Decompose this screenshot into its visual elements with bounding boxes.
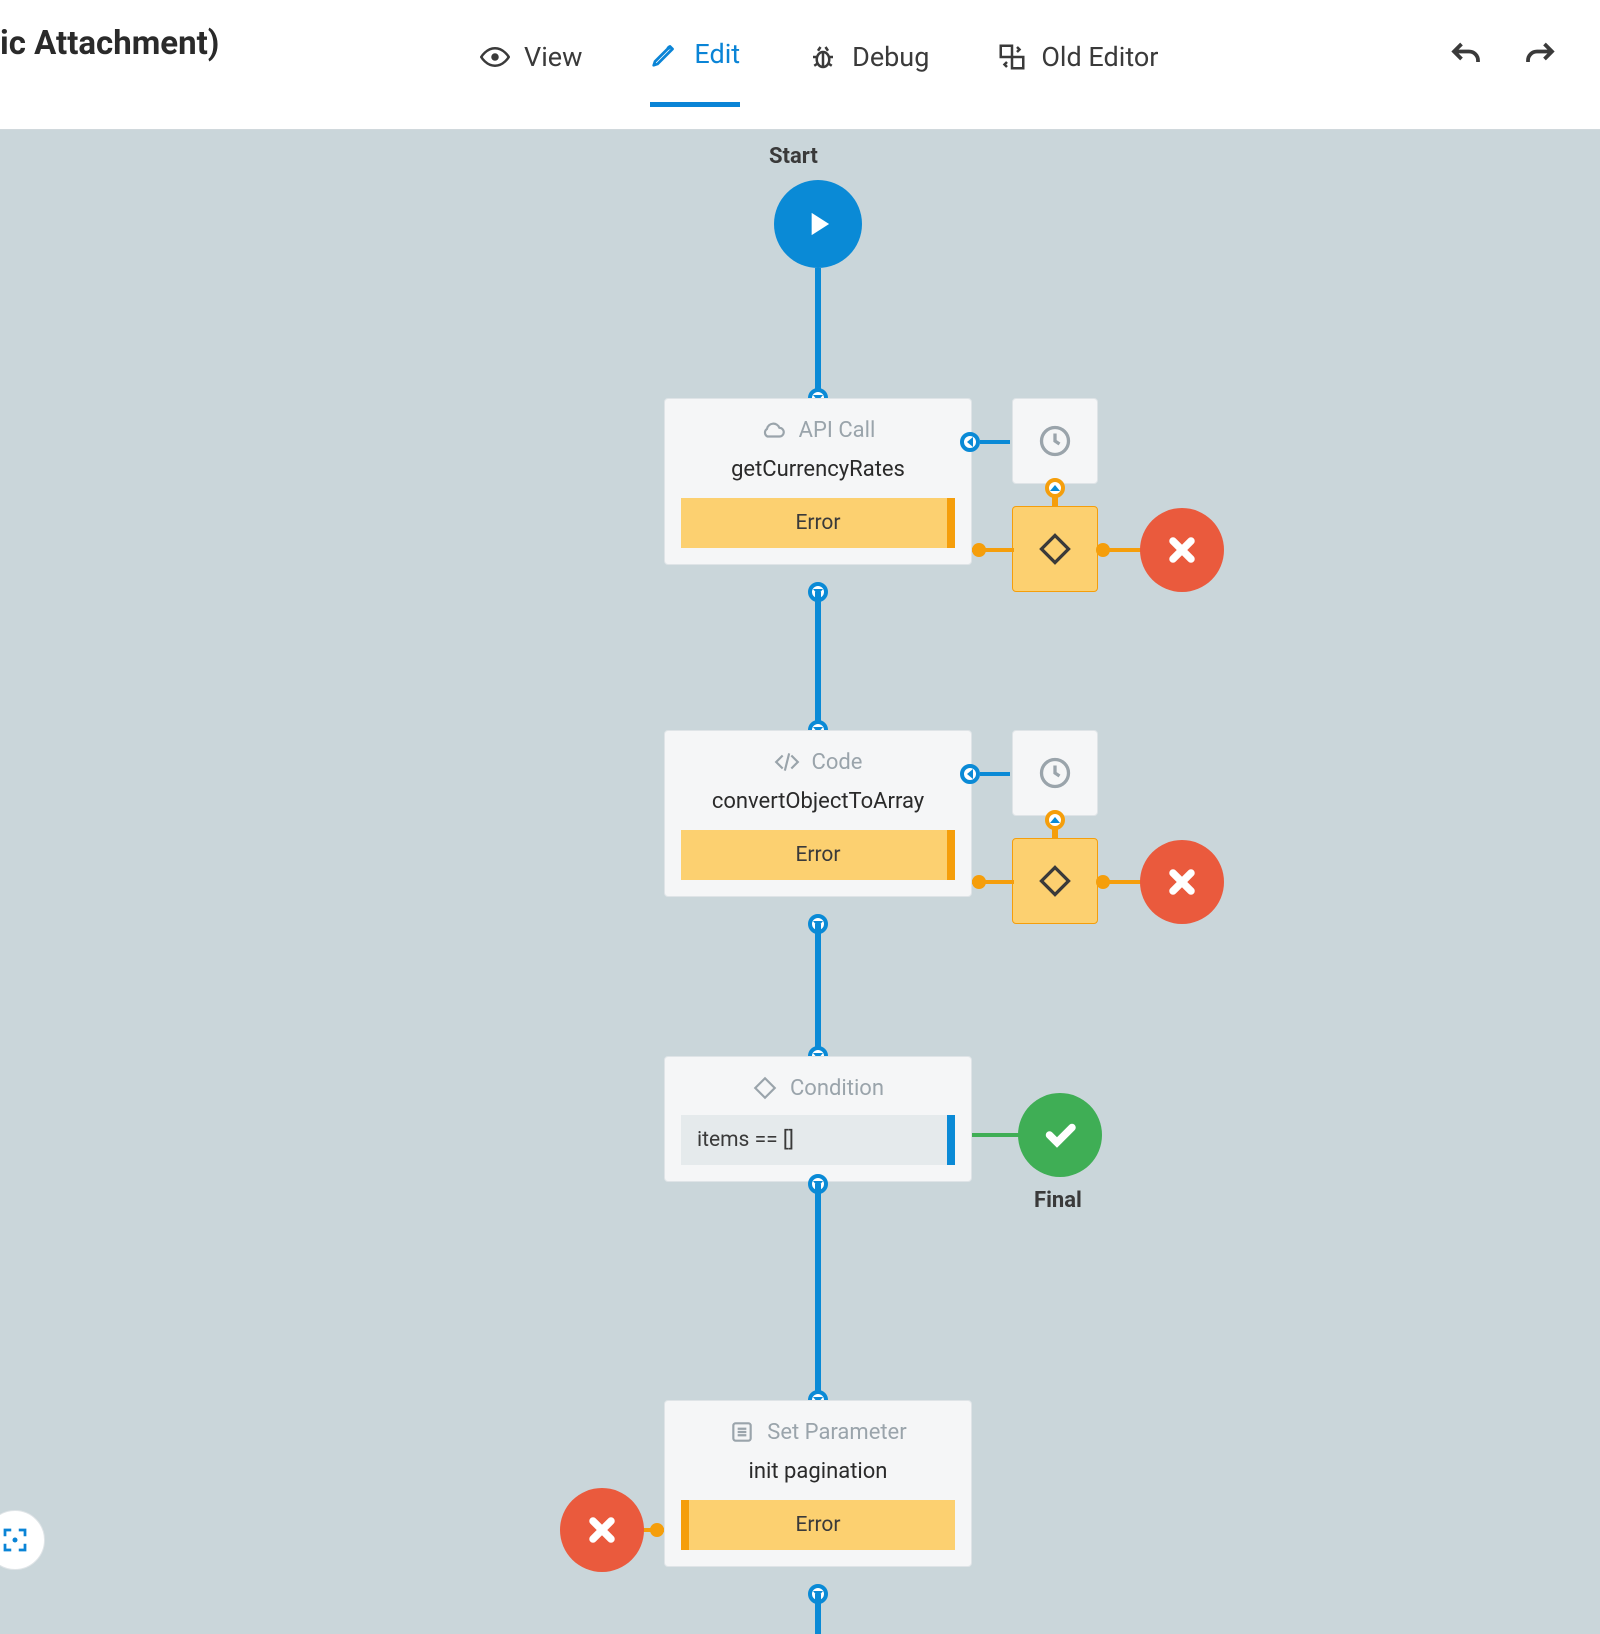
tab-old-editor[interactable]: Old Editor	[997, 38, 1158, 107]
close-icon	[1164, 532, 1200, 568]
tab-edit[interactable]: Edit	[650, 38, 740, 107]
connector	[972, 880, 1014, 884]
node-name: convertObjectToArray	[681, 789, 955, 814]
tab-old-editor-label: Old Editor	[1041, 41, 1158, 73]
connector	[1052, 826, 1058, 838]
delay-node[interactable]	[1012, 730, 1098, 816]
swap-icon	[997, 42, 1027, 72]
tab-debug[interactable]: Debug	[808, 38, 929, 107]
node-type-label: Code	[812, 750, 863, 775]
redo-button[interactable]	[1522, 38, 1558, 78]
node-type-head: Code	[681, 749, 955, 775]
check-icon	[1042, 1117, 1078, 1153]
node-type-head: Set Parameter	[681, 1419, 955, 1445]
true-port-bar	[947, 1115, 955, 1165]
node-name: init pagination	[681, 1459, 955, 1484]
port-side[interactable]	[960, 764, 980, 784]
connector	[815, 1184, 821, 1394]
tab-debug-label: Debug	[852, 41, 929, 73]
close-icon	[1164, 864, 1200, 900]
connector	[815, 268, 821, 396]
diamond-icon	[1037, 531, 1073, 567]
node-error-output[interactable]: Error	[681, 830, 955, 880]
port-side[interactable]	[960, 432, 980, 452]
node-api-call[interactable]: API Call getCurrencyRates Error	[664, 398, 972, 565]
error-label: Error	[795, 1513, 840, 1537]
history-buttons	[1448, 38, 1558, 78]
error-label: Error	[795, 511, 840, 535]
connector	[815, 924, 821, 1048]
node-type-label: Set Parameter	[767, 1420, 906, 1445]
error-port-bar	[947, 830, 955, 880]
node-type-label: Condition	[790, 1076, 884, 1101]
error-end-node[interactable]	[560, 1488, 644, 1572]
delay-node[interactable]	[1012, 398, 1098, 484]
close-icon	[584, 1512, 620, 1548]
diamond-icon	[752, 1075, 778, 1101]
final-label: Final	[1034, 1188, 1082, 1213]
connector	[815, 1594, 821, 1634]
error-label: Error	[795, 843, 840, 867]
fit-icon	[0, 1525, 30, 1555]
page-title: ic Attachment)	[0, 24, 219, 63]
final-node[interactable]	[1018, 1093, 1102, 1177]
condition-text: items == []	[697, 1128, 794, 1152]
error-port-bar	[947, 498, 955, 548]
play-icon	[799, 205, 837, 243]
top-toolbar: ic Attachment) View Edit Debug Old Edito…	[0, 0, 1600, 130]
connector	[815, 592, 821, 722]
eye-icon	[480, 42, 510, 72]
list-icon	[729, 1419, 755, 1445]
code-icon	[774, 749, 800, 775]
clock-icon	[1037, 423, 1073, 459]
diamond-icon	[1037, 863, 1073, 899]
node-type-label: API Call	[799, 418, 876, 443]
connector	[1098, 880, 1146, 884]
cloud-icon	[761, 417, 787, 443]
editor-tabs: View Edit Debug Old Editor	[480, 38, 1158, 107]
condition-expression[interactable]: items == []	[681, 1115, 955, 1165]
node-error-output[interactable]: Error	[681, 498, 955, 548]
start-label: Start	[769, 144, 818, 169]
flow-canvas[interactable]: Start API Call getCurrencyRates Error	[0, 130, 1600, 1600]
tab-view-label: View	[524, 41, 582, 73]
start-node[interactable]	[774, 180, 862, 268]
error-end-node[interactable]	[1140, 508, 1224, 592]
connector	[972, 1133, 1022, 1137]
connector	[980, 440, 1010, 444]
connector	[980, 772, 1010, 776]
tab-view[interactable]: View	[480, 38, 582, 107]
node-type-head: Condition	[681, 1075, 955, 1101]
branch-node[interactable]	[1012, 506, 1098, 592]
clock-icon	[1037, 755, 1073, 791]
error-end-node[interactable]	[1140, 840, 1224, 924]
node-type-head: API Call	[681, 417, 955, 443]
tab-edit-label: Edit	[694, 38, 740, 70]
connector	[1098, 548, 1146, 552]
branch-node[interactable]	[1012, 838, 1098, 924]
node-condition[interactable]: Condition items == []	[664, 1056, 972, 1182]
error-port-bar	[681, 1500, 689, 1550]
connector	[1052, 494, 1058, 506]
node-set-parameter[interactable]: Set Parameter init pagination Error	[664, 1400, 972, 1567]
undo-button[interactable]	[1448, 38, 1484, 78]
node-code[interactable]: Code convertObjectToArray Error	[664, 730, 972, 897]
connector	[972, 548, 1014, 552]
bug-icon	[808, 42, 838, 72]
node-error-output[interactable]: Error	[681, 1500, 955, 1550]
pencil-icon	[650, 39, 680, 69]
node-name: getCurrencyRates	[681, 457, 955, 482]
